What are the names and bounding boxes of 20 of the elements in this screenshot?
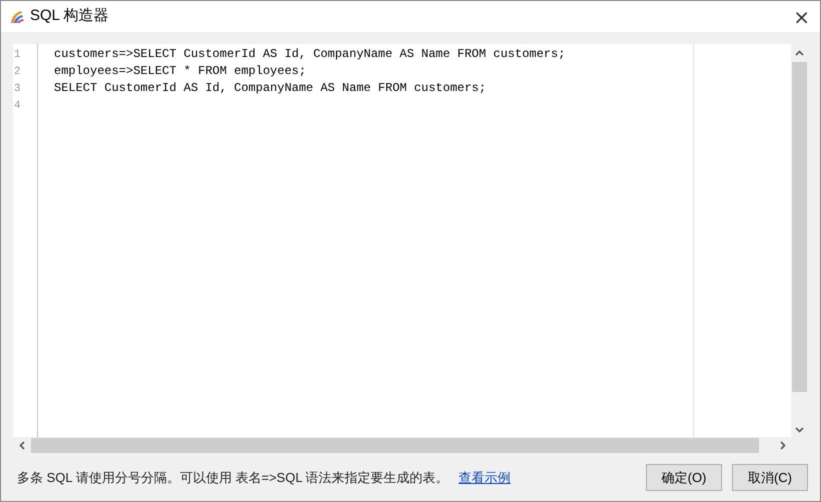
code-line[interactable]: customers=>SELECT CustomerId AS Id, CompanyName AS Name FROM customers;: [54, 46, 693, 63]
window-title: SQL 构造器: [30, 6, 109, 26]
close-button[interactable]: ×: [793, 6, 810, 26]
code-line[interactable]: SELECT CustomerId AS Id, CompanyName AS Name FROM customers;: [54, 80, 693, 97]
hint-text: 多条 SQL 请使用分号分隔。可以使用 表名=>SQL 语法来指定要生成的表。: [17, 468, 449, 487]
scroll-right-icon[interactable]: [780, 441, 786, 450]
scroll-down-icon[interactable]: [795, 427, 804, 433]
scroll-left-icon[interactable]: [19, 441, 25, 450]
line-number: 2: [14, 65, 22, 80]
line-number: 1: [14, 48, 22, 63]
cancel-button[interactable]: 取消(C): [732, 464, 808, 491]
scrollbar-thumb[interactable]: [792, 62, 807, 392]
ok-button[interactable]: 确定(O): [646, 464, 722, 491]
code-line[interactable]: employees=>SELECT * FROM employees;: [54, 63, 693, 80]
line-number: 3: [14, 82, 22, 97]
line-number: 4: [14, 99, 22, 114]
example-link[interactable]: 查看示例: [458, 468, 511, 488]
scrollbar-thumb[interactable]: [31, 438, 759, 453]
scroll-up-icon[interactable]: [795, 50, 804, 56]
app-logo-icon: [9, 8, 25, 24]
